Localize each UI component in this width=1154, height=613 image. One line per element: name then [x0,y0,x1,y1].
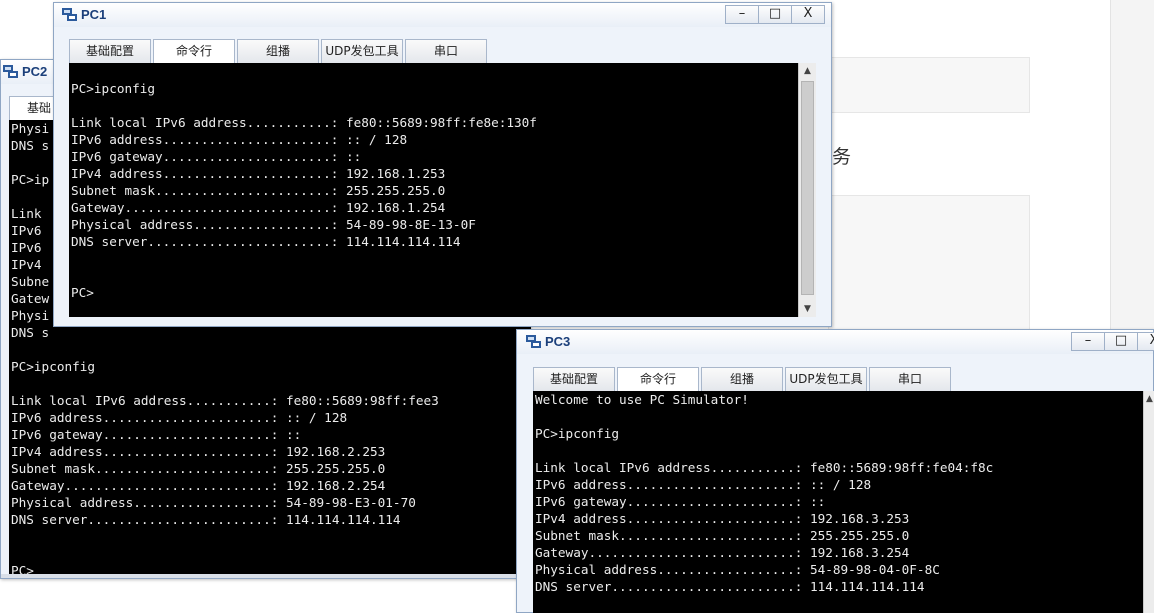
terminal-line: IPv6 gateway......................: :: [11,427,302,442]
tab-basic-config[interactable]: 基础配置 [69,39,151,63]
terminal-line: Link local IPv6 address...........: fe80… [11,393,439,408]
tab-serial[interactable]: 串口 [405,39,487,63]
background-panel-top [828,57,1030,113]
pc-simulator-icon [526,335,542,350]
minimize-button[interactable]: – [725,5,759,24]
scroll-up-icon[interactable]: ▲ [799,63,816,79]
maximize-button[interactable]: □ [758,5,792,24]
pc3-tab-bar: 基础配置 命令行 组播 UDP发包工具 串口 [533,367,953,391]
terminal-line: IPv6 gateway......................: :: [71,149,362,164]
terminal-line: Welcome to use PC Simulator! [535,392,749,407]
terminal-line: DNS server........................: 114.… [71,234,461,249]
terminal-line: Gateway...........................: 192.… [535,545,910,560]
pc1-window: PC1 – □ X 基础配置 命令行 组播 UDP发包工具 串口 PC>ipco… [53,2,832,327]
pc3-title: PC3 [545,334,571,349]
tab-udp-tool[interactable]: UDP发包工具 [785,367,867,391]
terminal-line: IPv6 address......................: :: /… [535,477,872,492]
tab-command-line[interactable]: 命令行 [153,39,235,63]
terminal-line: DNS server........................: 114.… [11,512,401,527]
scroll-up-icon[interactable]: ▲ [1144,391,1154,407]
terminal-line: Gateway...........................: 192.… [71,200,446,215]
close-button[interactable]: X [1137,332,1154,351]
terminal-line: IPv6 gateway......................: :: [535,494,826,509]
pc3-terminal-output: Welcome to use PC Simulator! PC>ipconfig L… [535,391,1143,595]
terminal-line: Subnet mask.......................: 255.… [535,528,910,543]
tab-serial[interactable]: 串口 [869,367,951,391]
terminal-line: PC> [71,285,94,300]
terminal-line: Subnet mask.......................: 255.… [71,183,446,198]
maximize-button[interactable]: □ [1104,332,1138,351]
terminal-line: IPv4 address......................: 192.… [11,444,386,459]
terminal-line: Link local IPv6 address...........: fe80… [71,115,537,130]
tab-multicast[interactable]: 组播 [701,367,783,391]
pc-simulator-icon [3,65,19,80]
pc1-terminal-output: PC>ipconfig Link local IPv6 address......… [71,63,798,301]
tab-multicast[interactable]: 组播 [237,39,319,63]
background-partial-text: 务 [832,146,852,168]
pc3-titlebar[interactable]: PC3 – □ X [517,330,1154,354]
terminal-line: Subnet mask.......................: 255.… [11,461,386,476]
terminal-line: PC>ipconfig [71,81,156,96]
tab-command-line[interactable]: 命令行 [617,367,699,391]
pc1-titlebar[interactable]: PC1 – □ X [54,3,831,27]
tab-udp-tool[interactable]: UDP发包工具 [321,39,403,63]
close-button[interactable]: X [791,5,825,24]
pc1-tab-bar: 基础配置 命令行 组播 UDP发包工具 串口 [69,39,489,63]
terminal-line: Physical address..................: 54-8… [11,495,416,510]
terminal-line: IPv6 address......................: :: /… [11,410,348,425]
terminal-line: PC>ipconfig [535,426,620,441]
pc-simulator-icon [62,8,78,23]
terminal-line: IPv6 address......................: :: /… [71,132,408,147]
pc3-window: PC3 – □ X 基础配置 命令行 组播 UDP发包工具 串口 Welcome… [516,329,1154,613]
pc3-terminal[interactable]: Welcome to use PC Simulator! PC>ipconfig L… [533,391,1143,613]
terminal-line: PC>ipconfig [11,359,96,374]
terminal-line: IPv4 address......................: 192.… [535,511,910,526]
terminal-line: Physical address..................: 54-8… [535,562,940,577]
background-panel-middle [828,195,1030,330]
minimize-button[interactable]: – [1071,332,1105,351]
terminal-line: DNS server........................: 114.… [535,579,925,594]
pc2-status-strip [1,574,529,578]
pc2-title: PC2 [22,64,48,79]
terminal-line: IPv4 address......................: 192.… [71,166,446,181]
terminal-line: Physical address..................: 54-8… [71,217,476,232]
pc3-scrollbar[interactable]: ▲ [1143,391,1154,613]
pc1-title: PC1 [81,7,107,22]
scroll-thumb[interactable] [801,81,814,295]
tab-basic-config[interactable]: 基础配置 [533,367,615,391]
scroll-down-icon[interactable]: ▼ [799,301,816,317]
terminal-line: Gateway...........................: 192.… [11,478,386,493]
pc1-terminal[interactable]: PC>ipconfig Link local IPv6 address......… [69,63,798,317]
terminal-line: Link local IPv6 address...........: fe80… [535,460,994,475]
pc1-scrollbar[interactable]: ▲ ▼ [798,63,816,317]
